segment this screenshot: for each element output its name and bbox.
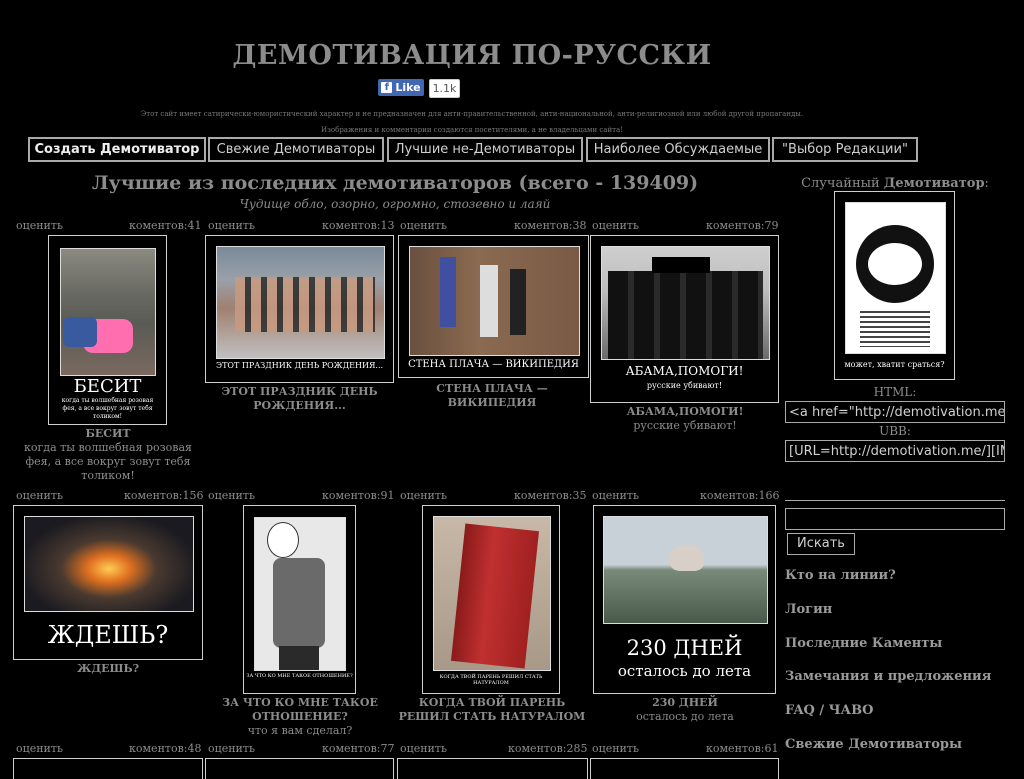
poster-title: ЭТОТ ПРАЗДНИК ДЕНЬ РОЖДЕНИЯ... — [215, 361, 384, 370]
ubb-code-label: UBB: — [879, 424, 911, 438]
comments-link[interactable]: коментов:48 — [129, 742, 202, 755]
rate-link[interactable]: оценить — [16, 742, 63, 755]
rate-link[interactable]: оценить — [400, 219, 447, 232]
disclaimer-text-2: Изображения и комментарии создаются посе… — [320, 126, 624, 134]
poster-title: ЗА ЧТО КО МНЕ ТАКОЕ ОТНОШЕНИЕ? — [246, 673, 353, 679]
poster-title: БЕСИТ — [73, 376, 142, 397]
photo — [601, 246, 770, 360]
nav-most-discussed-button[interactable]: Наиболее Обсуждаемые — [586, 137, 770, 162]
card-subtitle: русские убивают! — [633, 419, 737, 432]
comments-link[interactable]: коментов:38 — [514, 219, 587, 232]
nav-create-demotivator-button[interactable]: Создать Демотиватор — [28, 137, 206, 162]
rate-link[interactable]: оценить — [16, 219, 63, 232]
card-title[interactable]: АБАМА,ПОМОГИ! — [590, 405, 780, 419]
facebook-icon: f — [381, 82, 393, 93]
photo — [845, 202, 946, 354]
poster-title: КОГДА ТВОЙ ПАРЕНЬ РЕШИЛ СТАТЬ НАТУРАЛОМ — [439, 674, 543, 686]
random-demotivator-image[interactable]: может, хватит сраться? — [834, 191, 955, 380]
sidebar-divider — [785, 500, 1005, 501]
rate-link[interactable]: оценить — [208, 219, 255, 232]
nav-editors-choice-button[interactable]: "Выбор Редакции" — [772, 137, 918, 162]
poster-title: АБАМА,ПОМОГИ! — [625, 364, 744, 378]
comments-link[interactable]: коментов:285 — [508, 742, 588, 755]
photo — [60, 248, 156, 376]
card-title[interactable]: ЗА ЧТО КО МНЕ ТАКОЕ ОТНОШЕНИЕ? — [214, 696, 386, 724]
card-title[interactable]: КОГДА ТВОЙ ПАРЕНЬ РЕШИЛ СТАТЬ НАТУРАЛОМ — [396, 696, 588, 724]
card-title[interactable]: 230 ДНЕЙ — [590, 696, 780, 710]
demotivator-image[interactable]: КОГДА ТВОЙ ПАРЕНЬ РЕШИЛ СТАТЬ НАТУРАЛОМ — [422, 505, 560, 694]
facebook-like-button[interactable]: f Like — [378, 79, 424, 96]
rate-link[interactable]: оценить — [592, 219, 639, 232]
facebook-like-label: Like — [395, 81, 421, 94]
html-code-label: HTML: — [873, 385, 917, 399]
sidebar-link-fresh-demotivators[interactable]: Свежие Демотиваторы — [785, 737, 962, 752]
rate-link[interactable]: оценить — [592, 742, 639, 755]
photo — [216, 246, 385, 359]
html-code-field[interactable]: <a href="http://demotivation.me/ — [785, 401, 1005, 423]
poster-title: 230 ДНЕЙ — [626, 636, 743, 660]
demotivator-image[interactable]: АБАМА,ПОМОГИ! русские убивают! — [590, 235, 779, 403]
card-title[interactable]: БЕСИТ — [20, 427, 196, 441]
card-title[interactable]: ЭТОТ ПРАЗДНИК ДЕНЬ РОЖДЕНИЯ... — [205, 385, 394, 413]
demotivator-image[interactable]: ЗА ЧТО КО МНЕ ТАКОЕ ОТНОШЕНИЕ? — [243, 505, 356, 694]
rate-link[interactable]: оценить — [400, 489, 447, 502]
main-subheading: Чудище обло, озорно, огромно, стозевно и… — [239, 197, 551, 211]
poster-subtitle: русские убивают! — [646, 381, 723, 390]
photo — [24, 516, 194, 612]
demotivator-image[interactable]: 230 ДНЕЙ осталось до лета — [593, 505, 776, 694]
card-subtitle: осталось до лета — [636, 710, 734, 723]
demotivator-image[interactable] — [397, 758, 588, 779]
demotivator-image[interactable]: БЕСИТ когда ты волшебная розовая фея, а … — [48, 235, 167, 425]
demotivator-image[interactable] — [13, 758, 203, 779]
comments-link[interactable]: коментов:41 — [129, 219, 202, 232]
rate-link[interactable]: оценить — [208, 742, 255, 755]
rate-link[interactable]: оценить — [208, 489, 255, 502]
demotivator-image[interactable] — [205, 758, 394, 779]
main-heading: Лучшие из последних демотиваторов (всего… — [91, 172, 699, 194]
poster-title: СТЕНА ПЛАЧА — ВИКИПЕДИЯ — [408, 359, 579, 370]
photo — [433, 516, 551, 671]
photo — [603, 516, 768, 624]
sidebar-link-feedback[interactable]: Замечания и предложения — [785, 669, 991, 684]
comments-link[interactable]: коментов:61 — [706, 742, 779, 755]
site-title[interactable]: ДЕМОТИВАЦИЯ ПО-РУССКИ — [0, 40, 944, 71]
comments-link[interactable]: коментов:35 — [514, 489, 587, 502]
nav-fresh-demotivators-button[interactable]: Свежие Демотиваторы — [208, 137, 384, 162]
card-title[interactable]: СТЕНА ПЛАЧА — ВИКИПЕДИЯ — [396, 382, 588, 410]
search-input[interactable] — [785, 508, 1005, 530]
card-subtitle: что я вам сделал? — [247, 724, 353, 737]
photo — [409, 246, 580, 356]
comments-link[interactable]: коментов:13 — [322, 219, 395, 232]
poster-subtitle: осталось до лета — [617, 662, 752, 680]
sidebar-link-login[interactable]: Логин — [785, 602, 832, 617]
nav-best-non-demotivators-button[interactable]: Лучшие не-Демотиваторы — [387, 137, 583, 162]
card-title[interactable]: ЖДЕШЬ? — [13, 662, 203, 676]
sidebar-link-who-online[interactable]: Кто на линии? — [785, 568, 896, 583]
comments-link[interactable]: коментов:91 — [322, 489, 395, 502]
comments-link[interactable]: коментов:156 — [124, 489, 204, 502]
poster-title: ЖДЕШЬ? — [47, 621, 169, 649]
rate-link[interactable]: оценить — [400, 742, 447, 755]
comments-link[interactable]: коментов:77 — [322, 742, 395, 755]
demotivator-image[interactable] — [590, 758, 779, 779]
comments-link[interactable]: коментов:166 — [700, 489, 780, 502]
random-demotivator-heading: Случайный Демотиватор: — [801, 176, 989, 191]
demotivator-image[interactable]: ЖДЕШЬ? — [13, 505, 203, 660]
comments-link[interactable]: коментов:79 — [706, 219, 779, 232]
ubb-code-field[interactable]: [URL=http://demotivation.me/][IM — [785, 440, 1005, 462]
rate-link[interactable]: оценить — [592, 489, 639, 502]
sidebar-link-recent-comments[interactable]: Последние Каменты — [785, 636, 942, 651]
demotivator-image[interactable]: ЭТОТ ПРАЗДНИК ДЕНЬ РОЖДЕНИЯ... — [205, 235, 394, 383]
photo — [254, 517, 346, 671]
poster-subtitle: когда ты волшебная розовая фея, а все во… — [61, 397, 154, 420]
demotivator-image[interactable]: СТЕНА ПЛАЧА — ВИКИПЕДИЯ — [398, 235, 589, 378]
disclaimer-text: Этот сайт имеет сатирически-юмористическ… — [140, 110, 804, 118]
rate-link[interactable]: оценить — [16, 489, 63, 502]
sidebar-link-faq[interactable]: FAQ / ЧАВО — [785, 703, 873, 718]
facebook-like-count: 1.1k — [429, 79, 460, 98]
card-subtitle: когда ты волшебная розовая фея, а все во… — [24, 441, 192, 482]
random-poster-caption: может, хватит сраться? — [844, 360, 945, 369]
search-button[interactable]: Искать — [787, 533, 855, 555]
